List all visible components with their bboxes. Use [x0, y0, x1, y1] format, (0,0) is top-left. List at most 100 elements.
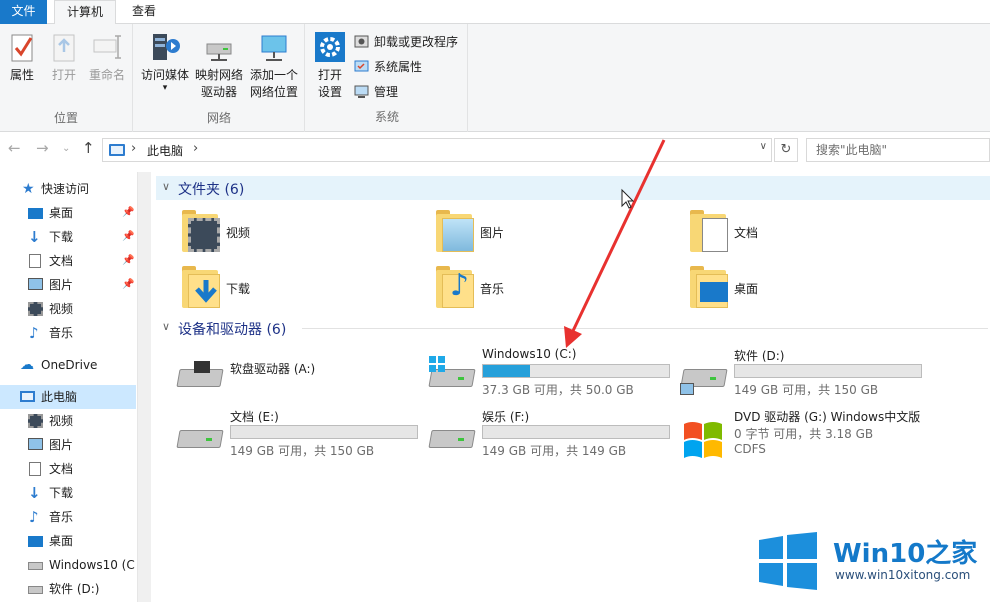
hard-drive-icon: [176, 416, 224, 456]
computer-icon: [109, 144, 125, 156]
drive-name: 文档 (E:): [230, 410, 279, 424]
nav-pc-desktop[interactable]: 桌面: [0, 529, 136, 553]
folder-label: 文档: [734, 226, 759, 240]
download-icon: ↓: [28, 228, 41, 246]
back-icon[interactable]: ←: [8, 139, 21, 157]
uninstall-label: 卸载或更改程序: [374, 35, 459, 49]
open-settings-label-1: 打开: [317, 68, 342, 82]
watermark-brand: Win10之家: [833, 533, 977, 570]
drive-filesystem: CDFS: [734, 442, 766, 456]
nav-quick-videos[interactable]: 视频: [0, 297, 136, 321]
chevron-down-icon[interactable]: ∨: [162, 320, 170, 333]
nav-label: 图片: [49, 278, 74, 292]
up-icon[interactable]: ↑: [82, 139, 95, 157]
nav-label: 桌面: [49, 534, 74, 548]
add-network-location-button[interactable]: 添加一个 网络位置: [246, 30, 302, 101]
breadcrumb-this-pc[interactable]: 此电脑: [147, 142, 183, 159]
drive-name: 软件 (D:): [734, 349, 785, 363]
nav-drive-c[interactable]: Windows10 (C:: [0, 553, 136, 577]
drive-name: Windows10 (C:): [482, 347, 577, 361]
access-media-button[interactable]: 访问媒体 ▾: [138, 30, 192, 93]
watermark-brand-en: Win10: [833, 539, 926, 569]
nav-label: 下载: [49, 230, 74, 244]
nav-pc-videos[interactable]: 视频: [0, 409, 136, 433]
nav-pc-music[interactable]: ♪ 音乐: [0, 505, 136, 529]
folder-label: 图片: [480, 226, 505, 240]
drive-item-e[interactable]: 文档 (E:) 149 GB 可用，共 150 GB: [176, 408, 430, 468]
chevron-down-icon[interactable]: ∨: [760, 141, 767, 152]
nav-quick-music[interactable]: ♪ 音乐: [0, 321, 136, 345]
folder-item-desktop[interactable]: 桌面: [688, 264, 928, 314]
nav-pc-documents[interactable]: 文档: [0, 457, 136, 481]
video-folder-icon: [180, 208, 224, 254]
refresh-icon[interactable]: ↻: [774, 138, 798, 162]
hard-drive-icon: [428, 416, 476, 456]
group-title: 文件夹 (6): [178, 182, 245, 198]
folder-label: 下载: [226, 282, 251, 296]
nav-label: 快速访问: [41, 182, 90, 196]
floppy-drive-icon: [176, 355, 224, 395]
document-icon: [29, 254, 41, 268]
nav-quick-documents[interactable]: 文档 📌: [0, 249, 136, 273]
uninstall-icon: [354, 34, 369, 49]
breadcrumb-separator-icon[interactable]: ›: [193, 141, 198, 156]
drive-item-g[interactable]: DVD 驱动器 (G:) Windows中文版 0 字节 可用，共 3.18 G…: [680, 408, 934, 468]
nav-quick-downloads[interactable]: ↓ 下载 📌: [0, 225, 136, 249]
tab-computer[interactable]: 计算机: [54, 0, 116, 25]
nav-scrollbar[interactable]: [137, 172, 151, 602]
folder-item-music[interactable]: ♪ 音乐: [434, 264, 674, 314]
cloud-icon: ☁: [20, 357, 34, 373]
drive-free-space: 37.3 GB 可用，共 50.0 GB: [482, 383, 634, 397]
chevron-down-icon: ▾: [162, 83, 168, 93]
nav-quick-desktop[interactable]: 桌面 📌: [0, 201, 136, 225]
chevron-down-icon[interactable]: ∨: [162, 180, 170, 193]
ribbon-tab-bar: 文件 计算机 查看: [0, 0, 990, 25]
breadcrumb-separator-icon[interactable]: ›: [131, 141, 136, 156]
map-network-drive-button[interactable]: 映射网络 驱动器: [192, 30, 246, 101]
tab-file[interactable]: 文件: [0, 0, 47, 24]
recent-locations-icon[interactable]: ⌄: [62, 143, 70, 154]
download-folder-icon: [180, 264, 224, 310]
ribbon-group-network: 访问媒体 ▾ 映射网络 驱动器 添加一个 网络位置 网络: [134, 24, 305, 132]
windows-drive-icon: [428, 355, 476, 395]
nav-pc-downloads[interactable]: ↓ 下载: [0, 481, 136, 505]
pin-icon[interactable]: 📌: [122, 201, 134, 225]
nav-label: 图片: [49, 438, 74, 452]
open-settings-button[interactable]: 打开 设置: [312, 30, 348, 101]
uninstall-program-button[interactable]: 卸载或更改程序: [354, 32, 458, 52]
system-properties-button[interactable]: 系统属性: [354, 57, 422, 77]
properties-button[interactable]: 属性: [4, 30, 40, 84]
document-folder-icon: [688, 208, 732, 254]
pin-icon[interactable]: 📌: [122, 249, 134, 273]
folder-item-downloads[interactable]: 下载: [180, 264, 420, 314]
search-input[interactable]: 搜索"此电脑": [806, 138, 990, 162]
folder-item-videos[interactable]: 视频: [180, 208, 420, 258]
nav-label: 视频: [49, 302, 74, 316]
nav-label: 视频: [49, 414, 74, 428]
nav-pc-pictures[interactable]: 图片: [0, 433, 136, 457]
nav-quick-pictures[interactable]: 图片 📌: [0, 273, 136, 297]
open-button[interactable]: 打开: [46, 30, 82, 84]
drive-item-a[interactable]: 软盘驱动器 (A:): [176, 347, 430, 407]
manage-button[interactable]: 管理: [354, 82, 398, 102]
nav-label: 软件 (D:): [49, 582, 100, 596]
rename-button[interactable]: 重命名: [86, 30, 128, 84]
drive-item-c[interactable]: Windows10 (C:) 37.3 GB 可用，共 50.0 GB: [428, 347, 682, 407]
tab-view[interactable]: 查看: [122, 0, 166, 24]
folder-item-pictures[interactable]: 图片: [434, 208, 674, 258]
nav-drive-d[interactable]: 软件 (D:): [0, 577, 136, 601]
nav-onedrive[interactable]: ☁ OneDrive: [0, 353, 136, 377]
nav-quick-access[interactable]: ★ 快速访问: [0, 177, 136, 201]
pin-icon[interactable]: 📌: [122, 225, 134, 249]
hard-drive-icon: [28, 586, 43, 594]
address-bar[interactable]: › 此电脑 › ∨: [102, 138, 772, 162]
folders-group-header[interactable]: ∨ 文件夹 (6): [156, 176, 990, 200]
nav-this-pc[interactable]: 此电脑: [0, 385, 136, 409]
drive-item-f[interactable]: 娱乐 (F:) 149 GB 可用，共 149 GB: [428, 408, 682, 468]
drive-usage-bar: [230, 425, 418, 439]
forward-icon[interactable]: →: [36, 139, 49, 157]
folder-item-documents[interactable]: 文档: [688, 208, 928, 258]
drive-item-d[interactable]: 软件 (D:) 149 GB 可用，共 150 GB: [680, 347, 934, 407]
pin-icon[interactable]: 📌: [122, 273, 134, 297]
drives-group-header[interactable]: ∨ 设备和驱动器 (6): [156, 316, 990, 340]
